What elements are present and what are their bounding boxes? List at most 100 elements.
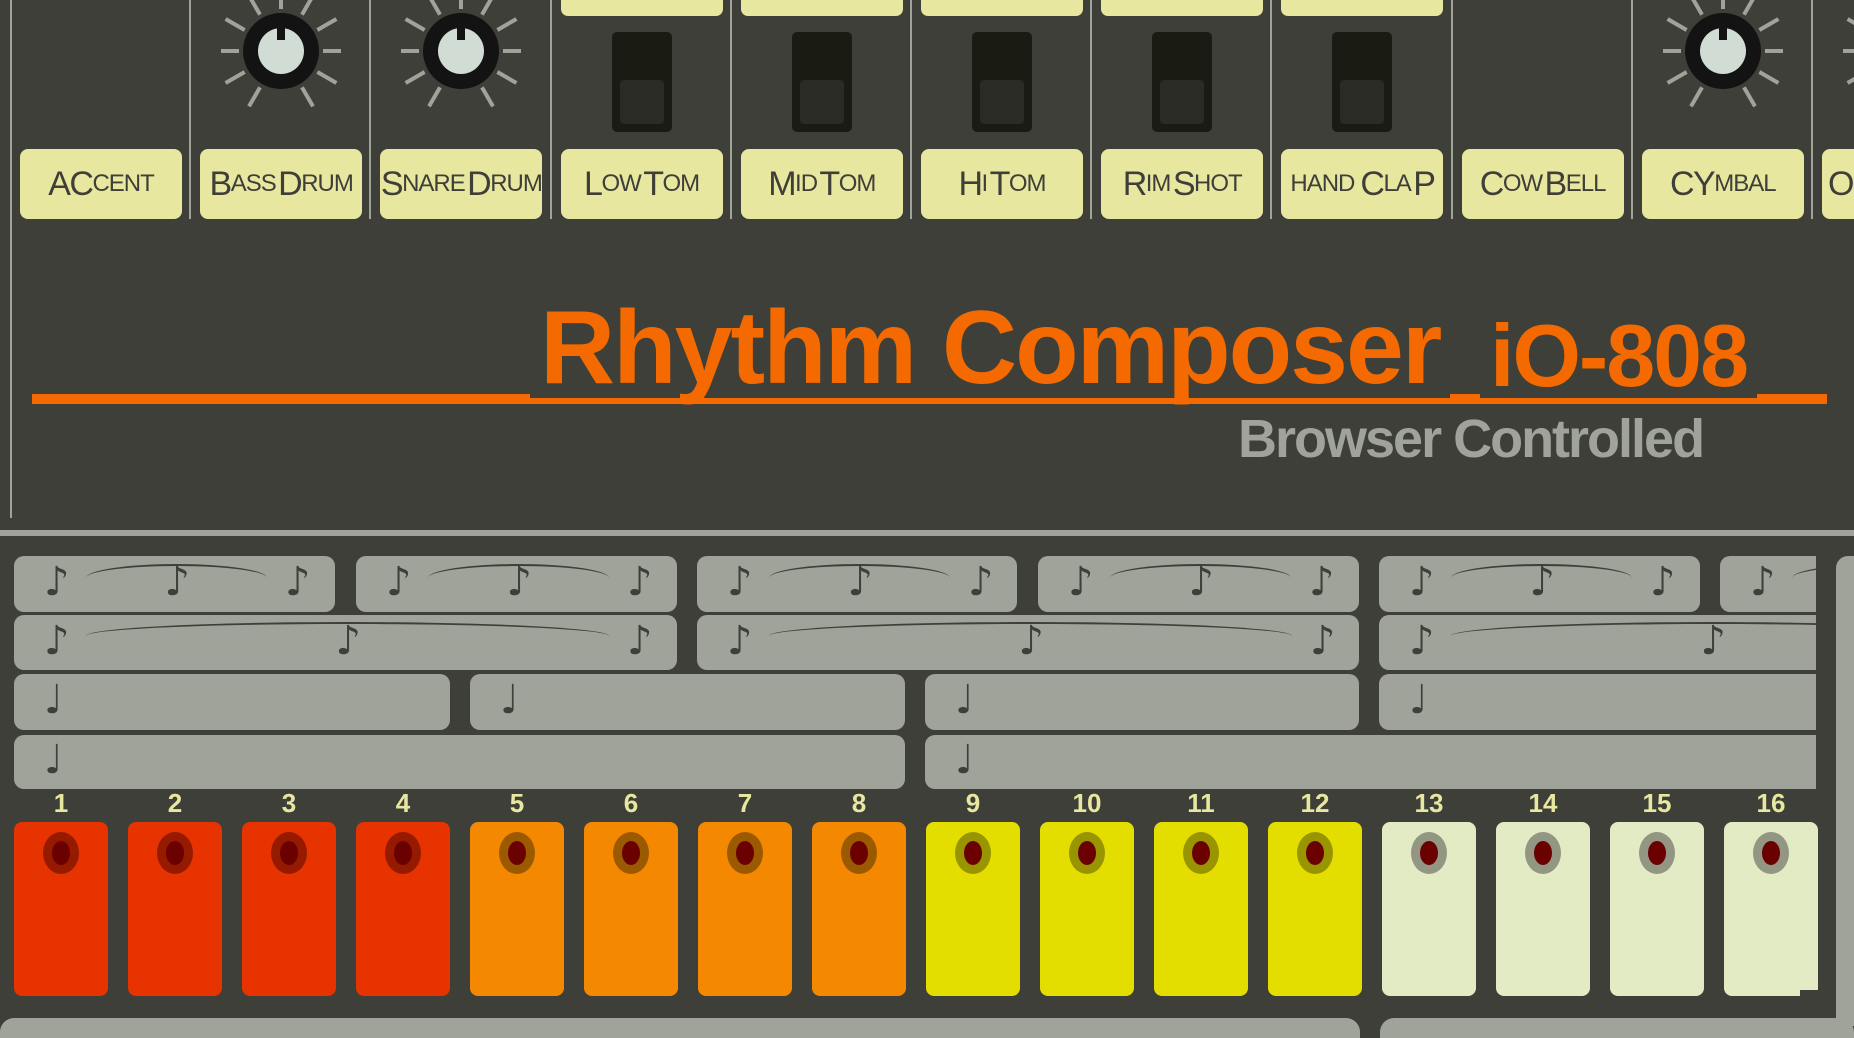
step-button-5[interactable] [470, 822, 564, 996]
timing-cell[interactable]: ♩ [470, 674, 905, 730]
switch-thumb[interactable] [619, 80, 664, 124]
knob-tick [300, 86, 315, 108]
step-button-14[interactable] [1496, 822, 1590, 996]
instrument-label-part: T [643, 164, 664, 203]
step-button-4[interactable] [356, 822, 450, 996]
level-bar[interactable] [560, 0, 723, 16]
toggle-switch[interactable] [1152, 32, 1213, 132]
step-number: 16 [1756, 788, 1786, 818]
step-number: 13 [1414, 788, 1444, 818]
level-bar[interactable] [740, 0, 903, 16]
triplet-tie [428, 564, 609, 580]
step-button-8[interactable] [812, 822, 906, 996]
switch-thumb[interactable] [799, 80, 844, 124]
step-button-12[interactable] [1268, 822, 1362, 996]
level-bar[interactable] [921, 0, 1083, 16]
knob-indicator [1718, 28, 1727, 40]
toggle-switch[interactable] [791, 32, 852, 132]
step-button-3[interactable] [242, 822, 336, 996]
step-led [1753, 832, 1789, 874]
instrument-button-rimshot[interactable]: R IM S HOT [1101, 149, 1264, 219]
quarter-note-icon: ♩ [500, 677, 519, 723]
instrument-label-part: MBAL [1714, 170, 1776, 197]
timing-cell[interactable]: ♪ ♪ [1379, 615, 1816, 670]
step-button-13[interactable] [1382, 822, 1476, 996]
eighth-note-icon: ♪ [44, 617, 70, 664]
instrument-label-part: CENT [92, 170, 154, 197]
step-button-16[interactable] [1724, 822, 1818, 996]
switch-thumb[interactable] [1160, 80, 1205, 124]
level-bar[interactable] [1101, 0, 1264, 16]
step-button-15[interactable] [1610, 822, 1704, 996]
step-led [1525, 832, 1561, 874]
level-knob[interactable] [1662, 0, 1783, 111]
eighth-note-icon: ♪ [1068, 559, 1094, 605]
instrument-label-part: OM [1008, 170, 1047, 197]
step-button-9[interactable] [926, 822, 1020, 996]
led-light [964, 841, 982, 865]
step-led [1183, 832, 1219, 874]
instrument-button-bassdrum[interactable]: B ASS D RUM [200, 149, 363, 219]
instrument-button-snaredrum[interactable]: S NARE D RUM [380, 149, 543, 219]
step-button-7[interactable] [698, 822, 792, 996]
instrument-label-part: OW [1502, 170, 1543, 197]
switch-thumb[interactable] [980, 80, 1024, 124]
led-light [1306, 841, 1324, 865]
instrument-label-part: IM [1145, 170, 1172, 197]
instrument-label-part: RUM [490, 170, 542, 197]
instrument-button-hitom[interactable]: HI T OM [921, 149, 1083, 219]
eighth-note-icon: ♪ [627, 559, 653, 605]
timing-cell[interactable]: ♩ [925, 735, 1816, 789]
level-bar[interactable] [1281, 0, 1444, 16]
led-light [166, 841, 184, 865]
step-button-6[interactable] [584, 822, 678, 996]
step-button-1[interactable] [14, 822, 108, 996]
triplet-tie [86, 564, 267, 580]
step-button-2[interactable] [128, 822, 222, 996]
led-light [1078, 841, 1096, 865]
timing-cell[interactable]: ♩ [14, 674, 450, 730]
timing-cell[interactable]: ♪ ♪ ♪ [356, 556, 677, 612]
timing-cell[interactable]: ♪ ♪ ♪ [14, 556, 335, 612]
step-led [271, 832, 307, 874]
instrument-button-cymbal[interactable]: CY MBAL [1641, 149, 1804, 219]
instrument-label-part: C [1479, 164, 1505, 203]
instrument-label-part: AC [48, 164, 94, 203]
timing-cell[interactable]: ♪ [1720, 556, 1816, 612]
led-light [736, 841, 754, 865]
timing-cell[interactable]: ♩ [14, 735, 905, 789]
switch-thumb[interactable] [1340, 80, 1385, 124]
timing-cell[interactable]: ♪ ♪ ♪ [1379, 556, 1700, 612]
timing-cell[interactable]: ♩ [1379, 674, 1816, 730]
level-knob[interactable] [221, 0, 342, 111]
instrument-button-cowbell[interactable]: C OW B ELL [1461, 149, 1624, 219]
toggle-switch[interactable] [972, 32, 1032, 132]
level-knob[interactable] [1843, 0, 1854, 111]
instrument-button-lowtom[interactable]: L OW T OM [560, 149, 723, 219]
timing-cell[interactable]: ♪ ♪ ♪ [14, 615, 677, 670]
toggle-switch[interactable] [1332, 32, 1393, 132]
timing-cell[interactable]: ♪ ♪ ♪ [697, 556, 1017, 612]
instrument-label-part: CY [1670, 164, 1716, 203]
instrument-label-part: B [209, 164, 233, 203]
timing-cell[interactable]: ♩ [925, 674, 1359, 730]
timing-cell[interactable]: ♪ ♪ ♪ [697, 615, 1359, 670]
column-separator [369, 0, 372, 219]
triplet-tie [1110, 564, 1291, 580]
eighth-note-icon: ♪ [727, 559, 753, 605]
step-button-10[interactable] [1040, 822, 1134, 996]
step-led [1639, 832, 1675, 874]
instrument-label-part: ELL [1565, 170, 1607, 197]
timing-cell[interactable]: ♪ ♪ ♪ [1038, 556, 1359, 612]
instrument-button-handclap[interactable]: HAND C LA P [1281, 149, 1444, 219]
instrument-button-accent[interactable]: AC CENT [20, 149, 182, 219]
level-knob[interactable] [401, 0, 522, 111]
led-light [1762, 841, 1780, 865]
instrument-button-o[interactable]: O [1822, 149, 1854, 219]
toggle-switch[interactable] [611, 32, 672, 132]
step-led [1069, 832, 1105, 874]
step-button-11[interactable] [1154, 822, 1248, 996]
knob-tick [1666, 17, 1688, 32]
instrument-button-midtom[interactable]: M ID T OM [740, 149, 903, 219]
led-light [280, 841, 298, 865]
